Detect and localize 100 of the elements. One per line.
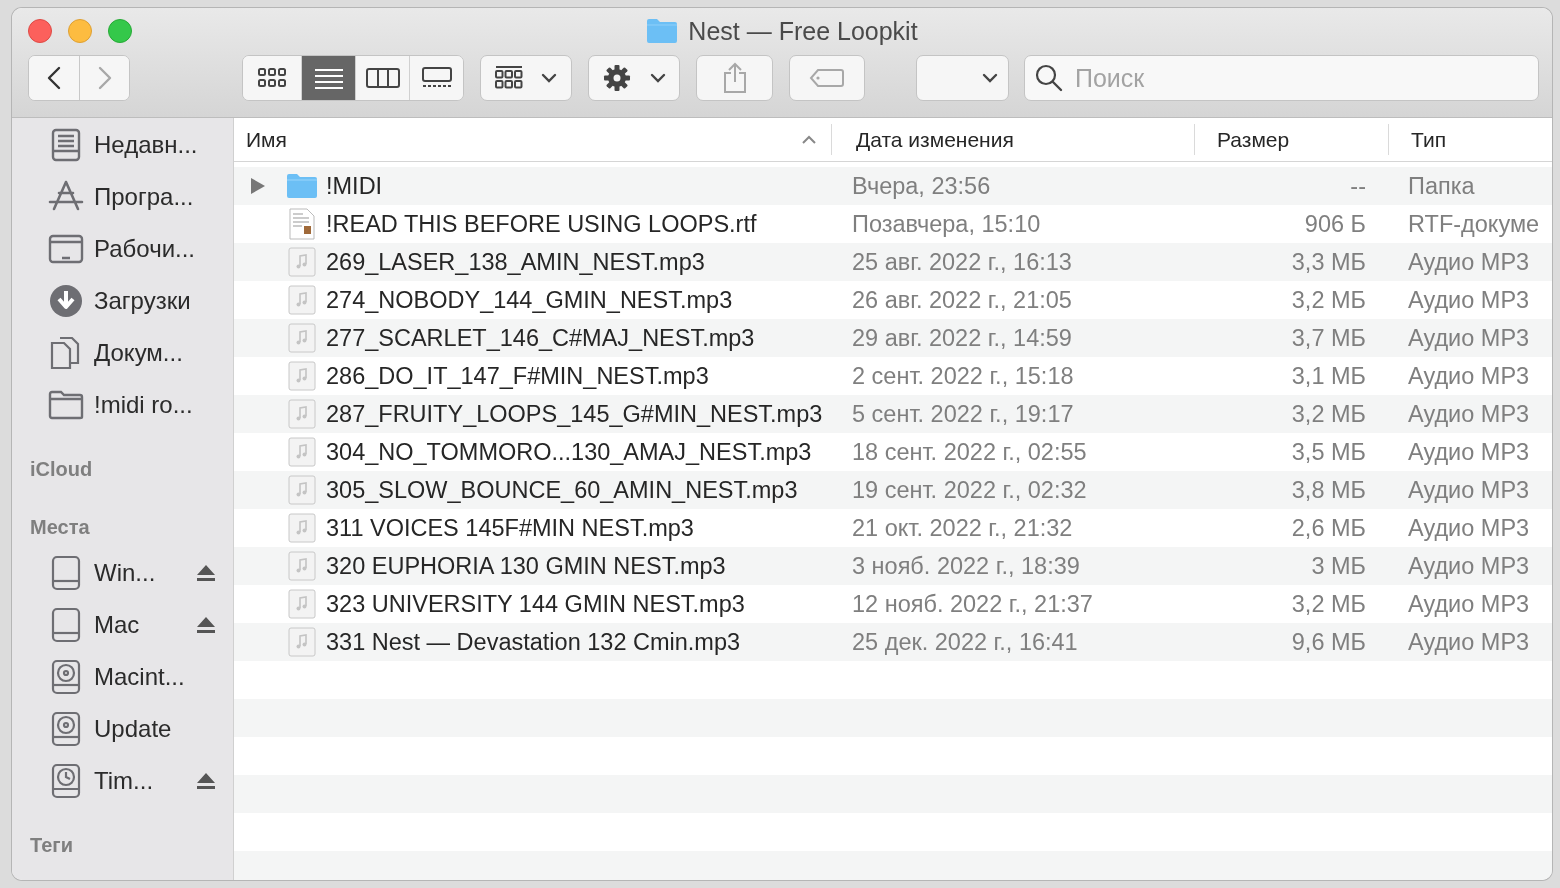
search-icon xyxy=(1035,64,1063,92)
file-name[interactable]: 269_LASER_138_AMIN_NEST.mp3 xyxy=(326,248,705,276)
window-title: Nest — Free Loopkit xyxy=(688,16,918,46)
audio-file-icon xyxy=(286,475,318,505)
list-view-button[interactable] xyxy=(301,56,355,100)
audio-file-icon xyxy=(286,399,318,429)
sidebar-item[interactable]: Докум... xyxy=(12,327,233,379)
file-name[interactable]: 331 Nest — Devastation 132 Cmin.mp3 xyxy=(326,628,741,656)
date-cell: 18 сент. 2022 г., 02:55 xyxy=(852,438,1087,466)
size-cell: -- xyxy=(1350,172,1366,200)
sidebar-item[interactable]: Недавн... xyxy=(12,119,233,171)
date-cell: 26 авг. 2022 г., 21:05 xyxy=(852,286,1072,314)
type-cell: Аудио MP3 xyxy=(1408,324,1530,352)
columns-icon xyxy=(365,67,400,89)
sidebar-item[interactable]: Tim... xyxy=(12,755,233,807)
chevron-right-icon xyxy=(97,66,112,90)
chevron-left-icon xyxy=(47,66,61,90)
column-header[interactable]: Дата изменения xyxy=(832,124,1195,155)
size-cell: 3,2 МБ xyxy=(1291,590,1366,618)
folder-icon xyxy=(286,173,318,199)
type-cell: Аудио MP3 xyxy=(1408,400,1530,428)
audio-file-icon xyxy=(286,285,318,315)
audio-file-icon xyxy=(286,513,318,543)
file-name[interactable]: 304_NO_TOMMORO...130_AMAJ_NEST.mp3 xyxy=(326,438,812,466)
size-cell: 3,1 МБ xyxy=(1291,362,1366,390)
file-name[interactable]: 311 VOICES 145F#MIN NEST.mp3 xyxy=(326,514,694,542)
audio-file-icon xyxy=(286,627,318,657)
sidebar-item[interactable]: !midi ro... xyxy=(12,379,233,431)
size-cell: 3,5 МБ xyxy=(1291,438,1366,466)
date-cell: 12 нояб. 2022 г., 21:37 xyxy=(852,590,1093,618)
sidebar-item[interactable]: Загрузки xyxy=(12,275,233,327)
size-cell: 3,2 МБ xyxy=(1291,400,1366,428)
file-name[interactable]: 287_FRUITY_LOOPS_145_G#MIN_NEST.mp3 xyxy=(326,400,823,428)
size-cell: 2,6 МБ xyxy=(1291,514,1366,542)
column-header[interactable]: Имя xyxy=(234,124,832,155)
eject-icon[interactable] xyxy=(196,616,216,634)
size-cell: 3,7 МБ xyxy=(1291,324,1366,352)
document-icon xyxy=(286,208,318,240)
date-cell: Позавчера, 15:10 xyxy=(852,210,1041,238)
audio-file-icon xyxy=(286,361,318,391)
share-icon xyxy=(722,62,747,94)
date-cell: 29 авг. 2022 г., 14:59 xyxy=(852,324,1072,352)
file-name[interactable]: 286_DO_IT_147_F#MIN_NEST.mp3 xyxy=(326,362,709,390)
sidebar-item[interactable]: Win... xyxy=(12,547,233,599)
size-cell: 906 Б xyxy=(1304,210,1366,238)
gear-icon xyxy=(602,63,632,93)
size-cell: 3 МБ xyxy=(1311,552,1366,580)
sidebar-heading: Места xyxy=(29,515,91,540)
type-cell: Аудио MP3 xyxy=(1408,476,1530,504)
downloads-icon xyxy=(48,283,84,319)
chevron-down-icon xyxy=(982,73,998,83)
folder-icon xyxy=(646,18,679,44)
eject-icon[interactable] xyxy=(196,772,216,790)
type-cell: Аудио MP3 xyxy=(1408,590,1530,618)
sidebar-heading: iCloud xyxy=(29,457,94,482)
size-cell: 3,8 МБ xyxy=(1291,476,1366,504)
audio-file-icon xyxy=(286,551,318,581)
gallery-view-button[interactable] xyxy=(409,56,463,100)
type-cell: Аудио MP3 xyxy=(1408,286,1530,314)
file-name[interactable]: !MIDI xyxy=(326,172,383,200)
search-field[interactable]: Поиск xyxy=(1024,55,1539,101)
eject-icon[interactable] xyxy=(196,564,216,582)
date-cell: 5 сент. 2022 г., 19:17 xyxy=(852,400,1074,428)
date-cell: 21 окт. 2022 г., 21:32 xyxy=(852,514,1073,542)
column-header[interactable]: Размер xyxy=(1195,124,1389,155)
file-name[interactable]: !READ THIS BEFORE USING LOOPS.rtf xyxy=(326,210,757,238)
type-cell: Аудио MP3 xyxy=(1408,628,1530,656)
chevron-down-icon xyxy=(541,73,557,83)
sidebar-item[interactable]: Macint... xyxy=(12,651,233,703)
file-name[interactable]: 323 UNIVERSITY 144 GMIN NEST.mp3 xyxy=(326,590,745,618)
file-name[interactable]: 305_SLOW_BOUNCE_60_AMIN_NEST.mp3 xyxy=(326,476,798,504)
audio-file-icon xyxy=(286,437,318,467)
date-cell: 25 дек. 2022 г., 16:41 xyxy=(852,628,1078,656)
type-cell: Аудио MP3 xyxy=(1408,248,1530,276)
file-name[interactable]: 274_NOBODY_144_GMIN_NEST.mp3 xyxy=(326,286,733,314)
file-name[interactable]: 320 EUPHORIA 130 GMIN NEST.mp3 xyxy=(326,552,726,580)
type-cell: Аудио MP3 xyxy=(1408,552,1530,580)
sidebar-heading: Теги xyxy=(29,833,74,858)
close-button[interactable] xyxy=(28,19,52,43)
date-cell: 3 нояб. 2022 г., 18:39 xyxy=(852,552,1080,580)
grid-icon xyxy=(495,65,523,91)
tag-icon xyxy=(809,68,845,88)
date-cell: Вчера, 23:56 xyxy=(852,172,991,200)
search-input[interactable]: Поиск xyxy=(1073,62,1538,94)
size-cell: 3,3 МБ xyxy=(1291,248,1366,276)
action-button[interactable] xyxy=(588,55,680,101)
audio-file-icon xyxy=(286,323,318,353)
sidebar-item[interactable]: Рабочи... xyxy=(12,223,233,275)
disclosure-triangle-icon[interactable] xyxy=(250,177,266,195)
sidebar-item[interactable]: Mac xyxy=(12,599,233,651)
list-icon xyxy=(313,67,344,89)
type-cell: Аудио MP3 xyxy=(1408,438,1530,466)
icon-grid-icon xyxy=(257,67,287,89)
column-header[interactable]: Тип xyxy=(1389,124,1552,155)
sidebar-item[interactable]: Update xyxy=(12,703,233,755)
file-name[interactable]: 277_SCARLET_146_C#MAJ_NEST.mp3 xyxy=(326,324,755,352)
sidebar-item[interactable]: Програ... xyxy=(12,171,233,223)
type-cell: Аудио MP3 xyxy=(1408,514,1530,542)
size-cell: 9,6 МБ xyxy=(1291,628,1366,656)
group-button[interactable] xyxy=(480,55,572,101)
